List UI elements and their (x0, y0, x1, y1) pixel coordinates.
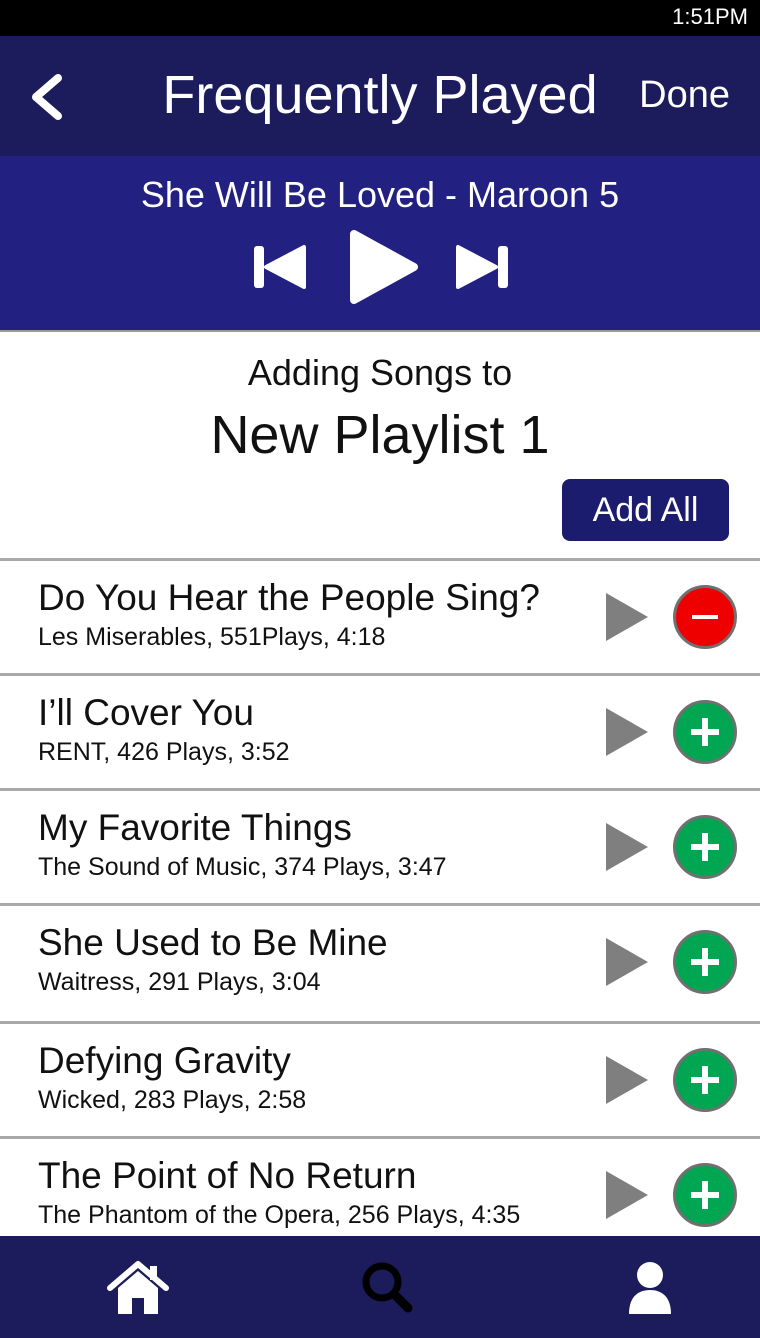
song-meta: Wicked, 283 Plays, 2:58 (38, 1086, 307, 1114)
tab-home[interactable] (106, 1258, 170, 1318)
song-title: My Favorite Things (38, 807, 352, 848)
search-icon (362, 1262, 413, 1313)
page-title: Frequently Played (162, 65, 598, 125)
song-row[interactable]: I’ll Cover You RENT, 426 Plays, 3:52 (0, 673, 760, 788)
play-button[interactable] (348, 228, 420, 306)
song-play-button[interactable] (604, 1169, 650, 1221)
plus-icon (691, 1181, 719, 1209)
add-song-button[interactable] (673, 930, 737, 994)
plus-icon (691, 1066, 719, 1094)
home-icon (107, 1261, 169, 1314)
skip-previous-icon (254, 245, 306, 289)
song-meta: Les Miserables, 551Plays, 4:18 (38, 623, 386, 651)
add-song-button[interactable] (673, 1163, 737, 1227)
status-time: 1:51PM (672, 4, 748, 29)
song-title: I’ll Cover You (38, 692, 254, 733)
song-row[interactable]: Do You Hear the People Sing? Les Miserab… (0, 558, 760, 673)
song-meta: Waitress, 291 Plays, 3:04 (38, 968, 321, 996)
song-meta: RENT, 426 Plays, 3:52 (38, 738, 290, 766)
status-bar: 1:51PM (0, 0, 760, 36)
song-title: Do You Hear the People Sing? (38, 577, 540, 618)
plus-icon (691, 833, 719, 861)
playlist-name: New Playlist 1 (210, 405, 550, 465)
play-icon (606, 593, 648, 641)
play-icon (606, 1056, 648, 1104)
back-button[interactable] (26, 72, 76, 122)
song-row[interactable]: My Favorite Things The Sound of Music, 3… (0, 788, 760, 903)
now-playing-text: She Will Be Loved - Maroon 5 (140, 174, 620, 215)
remove-song-button[interactable] (673, 585, 737, 649)
song-play-button[interactable] (604, 706, 650, 758)
add-all-button[interactable]: Add All (562, 479, 729, 541)
song-title: The Point of No Return (38, 1155, 417, 1196)
play-icon (606, 1171, 648, 1219)
song-play-button[interactable] (604, 591, 650, 643)
tab-profile[interactable] (618, 1258, 682, 1318)
tab-search[interactable] (356, 1258, 420, 1318)
add-song-button[interactable] (673, 700, 737, 764)
play-icon (606, 938, 648, 986)
done-button[interactable]: Done (639, 74, 730, 117)
song-meta: The Phantom of the Opera, 256 Plays, 4:3… (38, 1201, 521, 1229)
now-playing-bar: She Will Be Loved - Maroon 5 (0, 156, 760, 332)
play-icon (606, 708, 648, 756)
song-play-button[interactable] (604, 821, 650, 873)
song-meta: The Sound of Music, 374 Plays, 3:47 (38, 853, 447, 881)
adding-songs-label: Adding Songs to (247, 352, 513, 393)
song-play-button[interactable] (604, 936, 650, 988)
song-title: She Used to Be Mine (38, 922, 388, 963)
add-song-button[interactable] (673, 815, 737, 879)
song-row[interactable]: The Point of No Return The Phantom of th… (0, 1136, 760, 1234)
song-list: Do You Hear the People Sing? Les Miserab… (0, 558, 760, 1234)
profile-icon (629, 1262, 671, 1314)
minus-icon (692, 615, 718, 619)
song-row[interactable]: Defying Gravity Wicked, 283 Plays, 2:58 (0, 1021, 760, 1136)
previous-track-button[interactable] (254, 244, 308, 290)
plus-icon (691, 948, 719, 976)
song-row[interactable]: She Used to Be Mine Waitress, 291 Plays,… (0, 903, 760, 1018)
play-icon (606, 823, 648, 871)
add-song-button[interactable] (673, 1048, 737, 1112)
chevron-left-icon (32, 74, 62, 120)
song-play-button[interactable] (604, 1054, 650, 1106)
plus-icon (691, 718, 719, 746)
header-bar: Frequently Played Done (0, 36, 760, 156)
skip-next-icon (456, 245, 508, 289)
play-icon (350, 230, 418, 304)
tab-bar (0, 1236, 760, 1338)
song-title: Defying Gravity (38, 1040, 291, 1081)
next-track-button[interactable] (454, 244, 508, 290)
